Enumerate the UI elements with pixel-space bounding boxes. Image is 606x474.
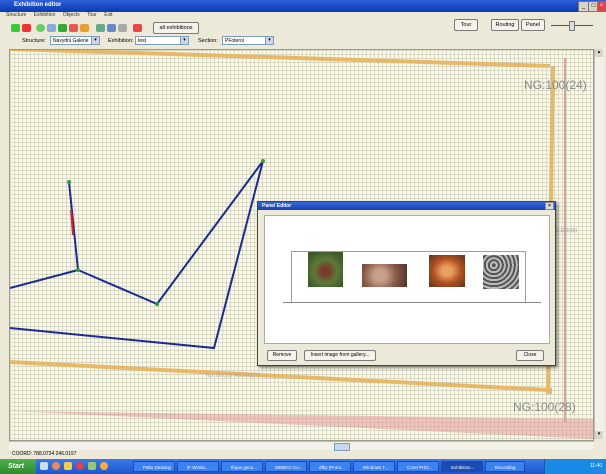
check-icon[interactable] (96, 24, 105, 32)
task-exhibition[interactable]: Exhibition... (441, 461, 483, 472)
system-tray: 11:40 (544, 459, 606, 474)
close-window-button[interactable]: × (597, 1, 606, 12)
panel-preview (264, 215, 550, 344)
taskbar: Start Paltu Desktop IF Windo... tfojue g… (0, 459, 606, 474)
selector-row: Structure: Navydni Galerie ▾ Exhibition:… (0, 36, 606, 47)
open-icon[interactable] (47, 24, 56, 32)
status-bar: COORD: 788.0734 246.0197 (0, 450, 606, 459)
hatched-strip (10, 411, 593, 439)
dialog-close-icon[interactable]: × (545, 202, 554, 210)
remove-button[interactable]: Remove (267, 350, 297, 361)
insert-image-button[interactable]: Insert image from gallery... (304, 350, 376, 361)
panel-editor-dialog: Panel Editor × Remove Insert image from … (257, 201, 556, 366)
menu-structure[interactable]: Structure (6, 12, 26, 18)
moth-image[interactable] (429, 255, 465, 287)
task-windows-t[interactable]: Windows T... (353, 461, 395, 472)
scroll-up-icon[interactable]: ▴ (595, 49, 603, 57)
wall-corner[interactable] (546, 388, 552, 394)
chevron-down-icon: ▾ (180, 37, 188, 44)
menu-exhibition[interactable]: Exhibition (34, 12, 56, 18)
toolbar: all exhibitions Tour Routing Panel (0, 19, 606, 35)
exhibition-label: Exhibition: (108, 38, 134, 44)
folder-icon[interactable] (80, 24, 89, 32)
coords-readout: COORD: 788.0734 246.0197 (12, 451, 77, 457)
close-button[interactable]: Close (516, 350, 544, 361)
dialog-title-bar: Panel Editor × (258, 202, 555, 210)
menu-objects[interactable]: Objects (63, 12, 80, 18)
chevron-down-icon: ▾ (91, 37, 99, 44)
dialog-title: Panel Editor (262, 203, 292, 209)
stop-icon[interactable] (69, 24, 78, 32)
vertical-scrollbar[interactable]: ▴ ▾ (594, 49, 604, 439)
zoom-icon[interactable] (118, 24, 127, 32)
app-icon[interactable] (88, 462, 96, 470)
folder-icon[interactable] (64, 462, 72, 470)
menu-tour[interactable]: Tour (87, 12, 97, 18)
panel-left-line (291, 251, 292, 303)
route-path[interactable] (10, 159, 265, 350)
remove-icon[interactable] (133, 24, 142, 32)
select-icon[interactable] (107, 24, 116, 32)
window-title: Exhibition editor (14, 2, 62, 8)
chevron-down-icon: ▾ (265, 37, 273, 44)
clock: 11:40 (589, 463, 602, 469)
task-recording[interactable]: Recording (485, 461, 525, 472)
desktop-icon[interactable] (40, 462, 48, 470)
routing-button[interactable]: Routing (491, 19, 519, 31)
delete-icon[interactable] (22, 24, 31, 32)
save-icon[interactable] (58, 24, 67, 32)
task-windows[interactable]: IF Windo... (177, 461, 219, 472)
wall-bottom (10, 360, 549, 392)
task-corel[interactable]: Corel PHO... (397, 461, 439, 472)
structure-select[interactable]: Navydni Galerie ▾ (50, 36, 100, 45)
menu-exit[interactable]: Exit (104, 12, 112, 18)
room-label-lower: NG:100(25) NG:100(27) (206, 373, 260, 379)
room-label-top: NG:100(24) (524, 78, 587, 92)
tour-button[interactable]: Tour (454, 19, 478, 31)
shells-image[interactable] (362, 264, 407, 287)
task-paltu-desktop[interactable]: Paltu Desktop (133, 461, 175, 472)
circle-tool-icon[interactable] (36, 24, 45, 32)
title-bar: Exhibition editor _ □ × (0, 0, 606, 12)
section-label: Section: (198, 38, 218, 44)
cells-image[interactable] (483, 255, 519, 289)
structure-label: Structure: (22, 38, 46, 44)
panel-button[interactable]: Panel (521, 19, 545, 31)
panel-right-line (525, 251, 526, 303)
zoom-slider-handle[interactable] (569, 21, 575, 31)
section-select[interactable]: PFoterol ▾ (222, 36, 274, 45)
exhibition-select[interactable]: test ▾ (135, 36, 189, 45)
task-webko[interactable]: WEBKO Co... (265, 461, 307, 472)
panel-floor-line (283, 302, 541, 303)
horizontal-scrollbar[interactable] (9, 441, 594, 451)
quick-launch (40, 462, 140, 471)
tool-icon[interactable] (100, 462, 108, 470)
all-exhibitions-button[interactable]: all exhibitions (153, 22, 199, 34)
wall-top (10, 50, 551, 68)
browser-icon[interactable] (52, 462, 60, 470)
moss-image[interactable] (308, 252, 343, 287)
media-icon[interactable] (76, 462, 84, 470)
scroll-down-icon[interactable]: ▾ (595, 431, 603, 439)
start-button[interactable]: Start (0, 459, 36, 474)
task-dfby[interactable]: dfby (Prom... (309, 461, 351, 472)
room-label-bottom: NG:100(28) (513, 400, 576, 414)
task-document[interactable]: tfojue geno... (221, 461, 263, 472)
new-icon[interactable] (11, 24, 20, 32)
